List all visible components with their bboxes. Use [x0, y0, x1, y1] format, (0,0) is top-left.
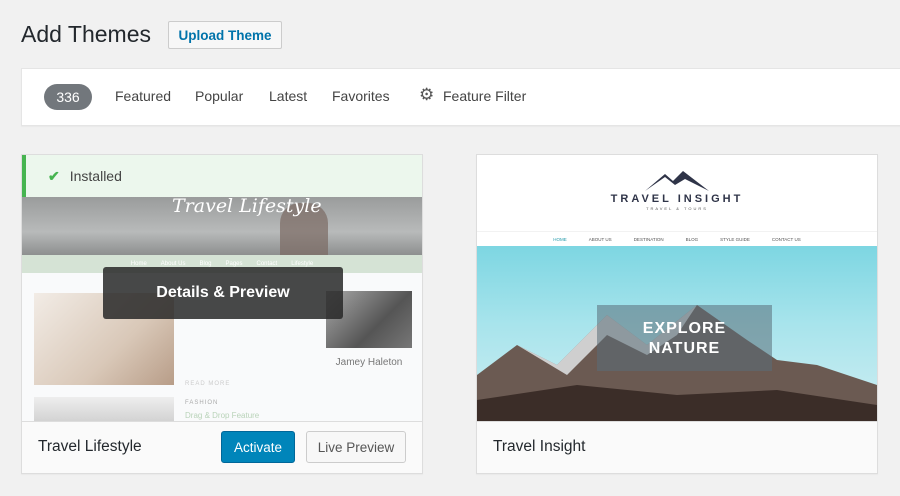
- tab-featured[interactable]: Featured: [115, 88, 171, 104]
- hero-line-1: EXPLORE: [642, 320, 727, 337]
- preview-read-more: READ MORE: [185, 381, 231, 387]
- installed-notice: ✔ Installed: [22, 155, 422, 197]
- theme-name: Travel Insight: [493, 438, 586, 455]
- preview-nav: BLOG: [685, 236, 699, 242]
- installed-label: Installed: [69, 168, 122, 184]
- activate-button[interactable]: Activate: [221, 431, 295, 463]
- theme-footer: Travel Insight: [477, 421, 877, 473]
- live-preview-button[interactable]: Live Preview: [306, 431, 406, 463]
- preview-section: FASHION: [185, 400, 219, 406]
- gear-icon[interactable]: ⚙: [419, 85, 434, 105]
- preview-nav: ABOUT US: [588, 236, 612, 242]
- hero-line-2: NATURE: [648, 340, 721, 357]
- preview-nav: DESTINATION: [633, 236, 664, 242]
- mountain-logo-icon: [645, 171, 709, 191]
- filter-bar: 336 Featured Popular Latest Favorites ⚙ …: [21, 68, 900, 126]
- tab-popular[interactable]: Popular: [195, 88, 243, 104]
- feature-filter-button[interactable]: Feature Filter: [443, 88, 526, 104]
- preview-logo: Travel Lifestyle: [172, 195, 322, 217]
- theme-name: Travel Lifestyle: [38, 438, 142, 455]
- checkmark-icon: ✔: [48, 167, 60, 184]
- theme-count-badge: 336: [44, 84, 92, 110]
- preview-nav: STYLE GUIDE: [720, 236, 750, 242]
- theme-screenshot[interactable]: TRAVEL INSIGHT TRAVEL & TOURS HOME ABOUT…: [477, 155, 877, 421]
- preview-tagline: TRAVEL & TOURS: [646, 206, 708, 211]
- preview-author: Jamey Haleton: [335, 357, 403, 368]
- preview-logo: TRAVEL INSIGHT: [610, 193, 744, 205]
- theme-footer: Travel Lifestyle Activate Live Preview: [22, 421, 422, 473]
- details-preview-button[interactable]: Details & Preview: [103, 267, 343, 319]
- tab-latest[interactable]: Latest: [269, 88, 307, 104]
- theme-card-travel-insight[interactable]: TRAVEL INSIGHT TRAVEL & TOURS HOME ABOUT…: [476, 154, 878, 474]
- tab-favorites[interactable]: Favorites: [332, 88, 390, 104]
- upload-theme-button[interactable]: Upload Theme: [168, 21, 282, 49]
- page-title: Add Themes: [21, 21, 151, 47]
- preview-post-title: Drag & Drop Feature: [185, 411, 260, 420]
- preview-nav: CONTACT US: [771, 236, 801, 242]
- preview-nav: HOME: [553, 236, 567, 242]
- theme-screenshot[interactable]: Travel Lifestyle Home About Us Blog Page…: [22, 155, 422, 421]
- theme-card-travel-lifestyle[interactable]: Travel Lifestyle Home About Us Blog Page…: [21, 154, 423, 474]
